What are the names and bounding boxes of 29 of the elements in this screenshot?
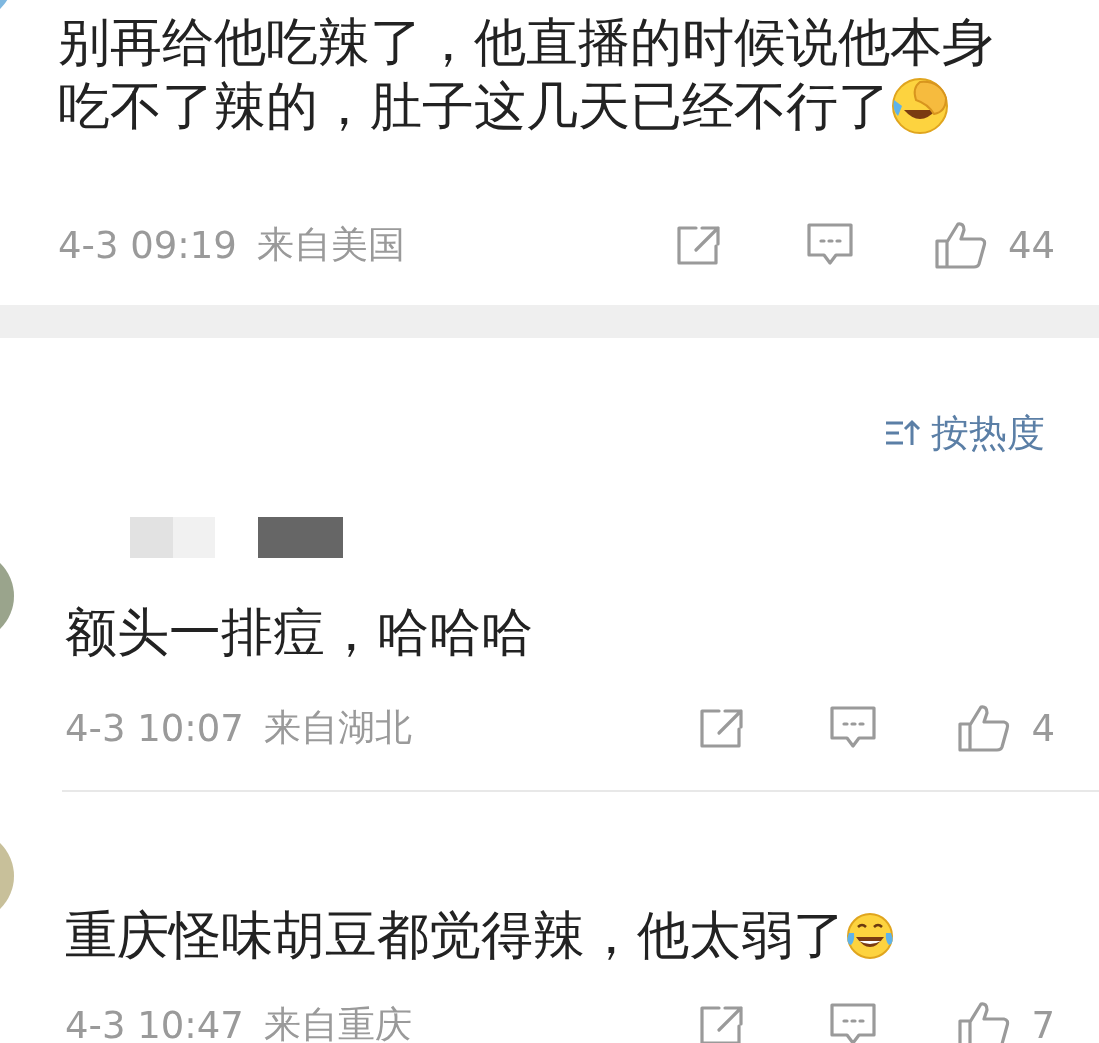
comment-text: 重庆怪味胡豆都觉得辣，他太弱了 (65, 903, 1025, 967)
comment-location: 来自重庆 (263, 1002, 412, 1043)
comment-location: 来自湖北 (263, 705, 412, 751)
reply-button[interactable] (805, 222, 854, 268)
like-button[interactable]: 44 (933, 220, 1055, 270)
sort-button[interactable]: 按热度 (883, 407, 1045, 459)
share-icon (697, 1004, 746, 1043)
thumbs-up-icon (933, 220, 988, 270)
share-icon (697, 707, 746, 749)
comment-time: 4-3 10:47 (65, 1003, 244, 1043)
sort-icon (883, 418, 923, 448)
thumbs-up-icon (957, 1000, 1012, 1043)
comment-text: 别再给他吃辣了，他直播的时候说他本身吃不了辣的，肚子这几天已经不行了 (58, 11, 995, 138)
reply-button[interactable] (829, 705, 878, 751)
comment-text: 额头一排痘，哈哈哈 (65, 601, 534, 664)
comment-location: 来自美国 (256, 222, 405, 268)
comment-icon (829, 1002, 878, 1043)
share-button[interactable] (697, 707, 746, 749)
comment-time: 4-3 10:07 (65, 706, 244, 750)
comment-icon (805, 222, 854, 268)
comment-icon (829, 705, 878, 751)
comment-time: 4-3 09:19 (58, 223, 237, 267)
thumbs-up-icon (957, 703, 1012, 753)
laughing-emoji-icon (845, 911, 895, 961)
facepalm-emoji-icon (890, 76, 950, 136)
reply-button[interactable] (829, 1002, 878, 1043)
like-button[interactable]: 4 (957, 703, 1055, 753)
like-button[interactable]: 7 (957, 1000, 1055, 1043)
share-button[interactable] (697, 1004, 746, 1043)
